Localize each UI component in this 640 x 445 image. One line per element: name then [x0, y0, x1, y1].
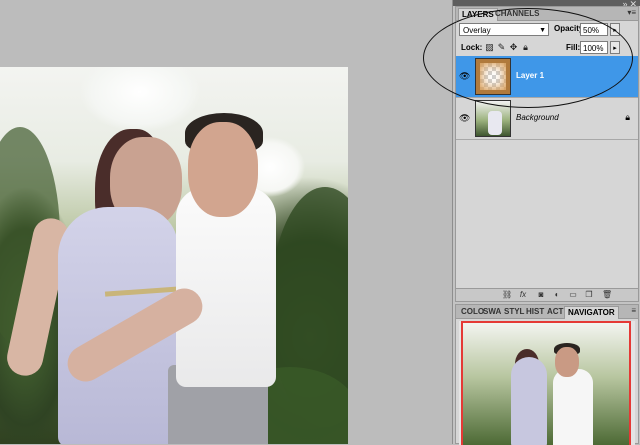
lock-transparent-pixels-icon[interactable]: ▨: [485, 42, 494, 52]
layer-name[interactable]: Layer 1: [516, 71, 544, 80]
blend-mode-select[interactable]: Overlay ▼: [459, 23, 549, 36]
blend-mode-value: Overlay: [463, 26, 491, 35]
layer-row-layer-1[interactable]: 👁︎ Layer 1: [456, 56, 638, 98]
lock-image-pixels-icon[interactable]: ✎: [497, 42, 506, 52]
document-canvas[interactable]: [0, 0, 452, 444]
tab-channels[interactable]: CHANNELS: [492, 8, 542, 20]
layers-tab-row: LAYERS CHANNELS ▾≡: [456, 7, 638, 21]
group-icon[interactable]: ▭: [568, 289, 578, 300]
layer-row-background[interactable]: 👁︎ Background 🔒︎: [456, 98, 638, 140]
lock-position-icon[interactable]: ✥: [509, 42, 518, 52]
panel-menu-icon[interactable]: ≡: [631, 306, 636, 315]
lock-label: Lock:: [461, 43, 483, 52]
fx-icon[interactable]: fx: [518, 289, 528, 300]
eye-icon[interactable]: 👁︎: [459, 113, 470, 123]
fill-slider-arrow-icon[interactable]: ▸: [610, 41, 620, 54]
navigator-tab-row: COLO SWA STYL HIST ACTI NAVIGATOR ≡: [456, 305, 638, 319]
panel-menu-icon[interactable]: ▾≡: [627, 8, 636, 17]
opacity-slider-arrow-icon[interactable]: ▸: [610, 23, 620, 36]
layer-name[interactable]: Background: [516, 113, 559, 122]
fill-field[interactable]: 100%: [580, 41, 608, 54]
navigator-view-box[interactable]: [461, 321, 631, 445]
photo-couple-image: [0, 67, 348, 444]
layer-thumbnail: [475, 58, 511, 95]
panel-dock: »✕ LAYERS CHANNELS ▾≡ Overlay ▼ Opacity:…: [452, 0, 640, 445]
layers-footer-toolbar: ⛓ fx ◙ ◐ ▭ ❐ 🗑︎: [456, 288, 638, 301]
trash-icon[interactable]: 🗑︎: [602, 289, 612, 300]
tab-navigator[interactable]: NAVIGATOR: [564, 306, 619, 319]
adjustment-icon[interactable]: ◐: [552, 289, 562, 300]
mask-icon[interactable]: ◙: [536, 289, 546, 300]
eye-icon[interactable]: 👁︎: [459, 71, 470, 81]
opacity-field[interactable]: 50%: [580, 23, 608, 36]
lock-all-icon[interactable]: 🔒︎: [521, 42, 530, 52]
fill-label: Fill:: [566, 43, 581, 52]
navigator-preview[interactable]: [459, 321, 635, 445]
chevron-down-icon: ▼: [539, 27, 546, 34]
lock-icon: 🔒︎: [625, 112, 630, 122]
layer-thumbnail: [475, 100, 511, 137]
new-layer-icon[interactable]: ❐: [584, 289, 594, 300]
layers-panel: LAYERS CHANNELS ▾≡ Overlay ▼ Opacity: 50…: [455, 6, 639, 302]
link-icon[interactable]: ⛓: [502, 289, 512, 300]
navigator-panel: COLO SWA STYL HIST ACTI NAVIGATOR ≡: [455, 304, 639, 445]
